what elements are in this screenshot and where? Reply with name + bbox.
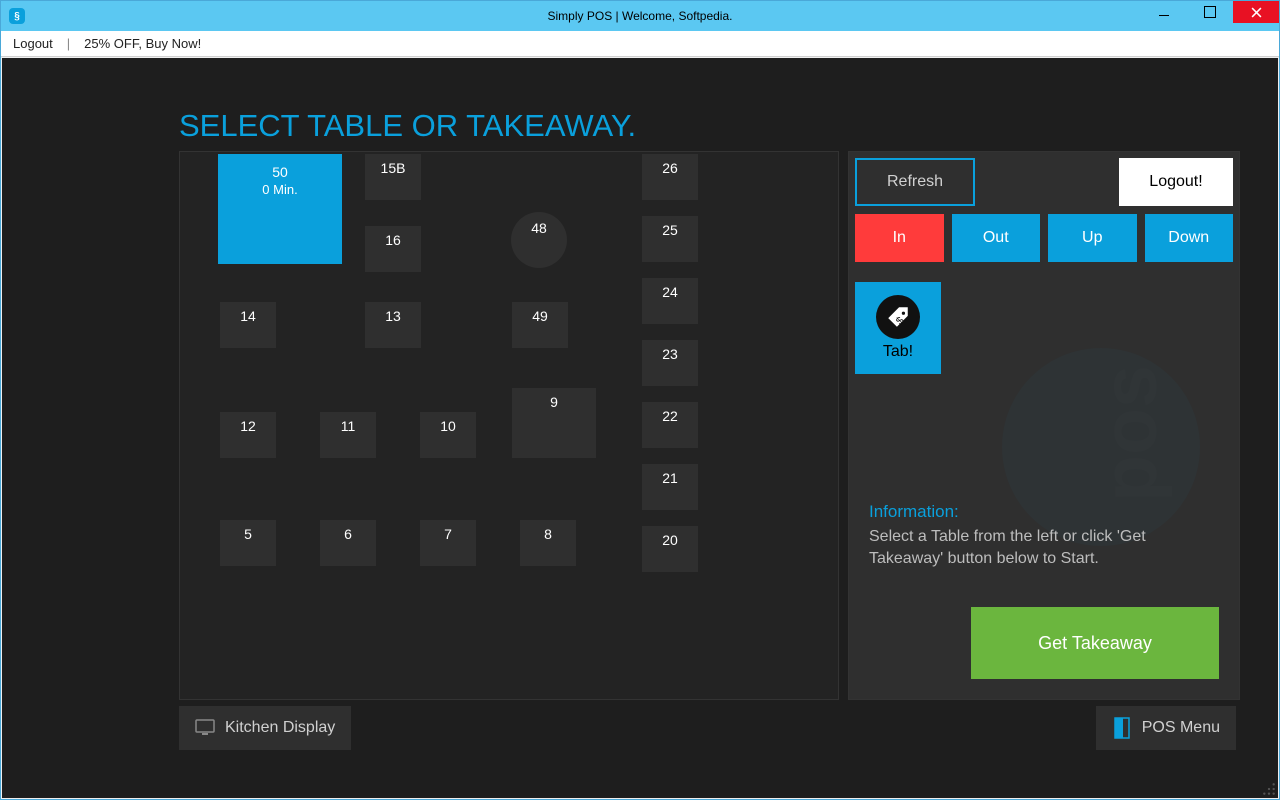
table-label: 26 [662,160,678,176]
price-tag-icon: $ [876,295,920,339]
side-top-row: Refresh Logout! [849,152,1239,206]
menubar: Logout | 25% OFF, Buy Now! [1,31,1279,57]
information-title: Information: [869,500,1219,524]
kitchen-display-button[interactable]: Kitchen Display [179,706,351,750]
menu-logout[interactable]: Logout [13,36,53,51]
pos-menu-button[interactable]: POS Menu [1096,706,1236,750]
table-22[interactable]: 22 [642,402,698,448]
table-12[interactable]: 12 [220,412,276,458]
logout-button[interactable]: Logout! [1119,158,1233,206]
minimize-button[interactable] [1141,1,1187,23]
titlebar: § Simply POS | Welcome, Softpedia. [1,1,1279,31]
table-label: 16 [385,232,401,248]
table-23[interactable]: 23 [642,340,698,386]
table-20[interactable]: 20 [642,526,698,572]
table-24[interactable]: 24 [642,278,698,324]
menu-separator: | [67,36,70,51]
table-50[interactable]: 50 0 Min. [218,154,342,264]
side-panel: Refresh Logout! In Out Up Down $ Tab! po… [848,151,1240,700]
table-label: 15B [381,160,406,176]
table-13[interactable]: 13 [365,302,421,348]
table-16[interactable]: 16 [365,226,421,272]
button-label: Out [983,229,1009,247]
table-15b[interactable]: 15B [365,154,421,200]
table-label: 22 [662,408,678,424]
button-label: Refresh [887,173,943,191]
button-label: Up [1082,229,1102,247]
table-label: 6 [344,526,352,542]
refresh-button[interactable]: Refresh [855,158,975,206]
pan-out-button[interactable]: Out [952,214,1041,262]
svg-text:pos: pos [1087,365,1173,502]
monitor-icon [195,719,215,737]
table-48[interactable]: 48 [511,212,567,268]
table-label: 11 [341,418,356,434]
page-title: SELECT TABLE OR TAKEAWAY. [179,108,636,144]
table-label: 13 [385,308,401,324]
maximize-button[interactable] [1187,1,1233,23]
table-label: 12 [240,418,256,434]
menu-promo[interactable]: 25% OFF, Buy Now! [84,36,201,51]
table-5[interactable]: 5 [220,520,276,566]
table-label: 24 [662,284,678,300]
close-icon [1251,7,1262,18]
button-label: Kitchen Display [225,719,335,737]
table-label: 21 [662,470,678,486]
pan-in-button[interactable]: In [855,214,944,262]
tab-label: Tab! [883,343,913,361]
table-label: 5 [244,526,252,542]
button-label: Get Takeaway [1038,633,1152,654]
table-25[interactable]: 25 [642,216,698,262]
footer-bar: Kitchen Display POS Menu [179,706,1236,750]
table-label: 8 [544,526,552,542]
pan-down-button[interactable]: Down [1145,214,1234,262]
table-label: 49 [532,308,548,324]
app-window: § Simply POS | Welcome, Softpedia. Logou… [0,0,1280,800]
table-10[interactable]: 10 [420,412,476,458]
information-block: Information: Select a Table from the lef… [869,500,1219,571]
table-label: 20 [662,532,678,548]
zoom-controls: In Out Up Down [849,206,1239,262]
table-21[interactable]: 21 [642,464,698,510]
table-label: 25 [662,222,678,238]
table-label: 10 [440,418,456,434]
table-14[interactable]: 14 [220,302,276,348]
button-label: POS Menu [1142,719,1220,737]
app-body: SELECT TABLE OR TAKEAWAY. 50 0 Min. 15B … [2,58,1278,798]
table-label: 48 [531,220,547,236]
window-controls [1141,1,1279,31]
table-label: 23 [662,346,678,362]
window-title: Simply POS | Welcome, Softpedia. [548,9,733,23]
get-takeaway-button[interactable]: Get Takeaway [971,607,1219,679]
tab-button[interactable]: $ Tab! [855,282,941,374]
table-26[interactable]: 26 [642,154,698,200]
table-subtitle: 0 Min. [218,182,342,197]
app-icon: § [9,8,25,24]
close-button[interactable] [1233,1,1279,23]
button-label: Down [1168,229,1209,247]
table-id: 50 [218,164,342,180]
table-label: 9 [550,394,558,410]
resize-grip-icon[interactable] [1262,782,1276,796]
table-9[interactable]: 9 [512,388,596,458]
table-6[interactable]: 6 [320,520,376,566]
table-49[interactable]: 49 [512,302,568,348]
table-8[interactable]: 8 [520,520,576,566]
information-text: Select a Table from the left or click 'G… [869,526,1219,571]
table-label: 14 [240,308,256,324]
floor-plan[interactable]: 50 0 Min. 15B 16 48 14 13 49 9 12 11 10 … [179,151,839,700]
button-label: In [893,229,906,247]
table-7[interactable]: 7 [420,520,476,566]
pan-up-button[interactable]: Up [1048,214,1137,262]
button-label: Logout! [1149,173,1202,191]
table-11[interactable]: 11 [320,412,376,458]
door-icon [1112,717,1132,739]
table-label: 7 [444,526,452,542]
